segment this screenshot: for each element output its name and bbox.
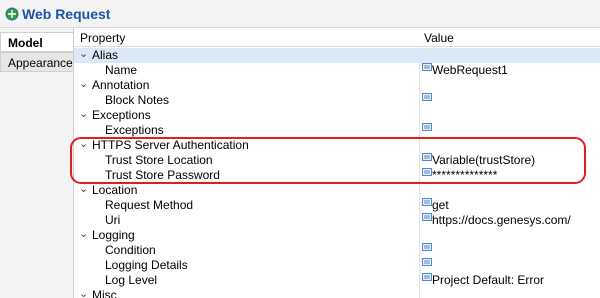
value-editor-icon[interactable] — [422, 198, 432, 206]
property-value[interactable]: Project Default: Error — [432, 273, 544, 287]
column-header-value[interactable]: Value — [424, 31, 454, 45]
category-row-alias[interactable]: ⌄ Alias — [74, 48, 600, 63]
property-label: Block Notes — [105, 93, 170, 107]
chevron-down-icon[interactable]: ⌄ — [79, 77, 88, 90]
property-row-uri[interactable]: Uri https://docs.genesys.com/ — [74, 213, 600, 228]
value-editor-icon[interactable] — [422, 123, 432, 131]
property-value[interactable]: get — [432, 198, 449, 212]
window-title: Web Request — [22, 6, 111, 22]
category-row-exceptions[interactable]: ⌄ Exceptions — [74, 108, 600, 123]
value-editor-icon[interactable] — [422, 273, 432, 281]
property-label: Logging Details — [105, 258, 188, 272]
chevron-down-icon[interactable]: ⌄ — [79, 107, 88, 120]
category-row-misc[interactable]: ⌄ Misc — [74, 288, 600, 298]
property-label: Uri — [105, 213, 121, 227]
title-bar: Web Request — [0, 0, 600, 28]
category-label: Misc — [92, 288, 117, 298]
chevron-down-icon[interactable]: ⌄ — [79, 287, 88, 298]
chevron-down-icon[interactable]: ⌄ — [79, 47, 88, 60]
property-row-condition[interactable]: Condition — [74, 243, 600, 258]
property-label: Log Level — [105, 273, 158, 287]
property-label: Name — [105, 63, 138, 77]
property-label: Request Method — [105, 198, 194, 212]
property-label: Condition — [105, 243, 156, 257]
category-label: Location — [92, 183, 138, 197]
chevron-down-icon[interactable]: ⌄ — [79, 227, 88, 240]
property-row-log-level[interactable]: Log Level Project Default: Error — [74, 273, 600, 288]
tab-appearance[interactable]: Appearance — [0, 52, 73, 72]
category-label: Alias — [92, 48, 119, 62]
category-label: Logging — [92, 228, 135, 242]
tab-model[interactable]: Model — [0, 32, 73, 52]
value-editor-icon[interactable] — [422, 243, 432, 251]
category-row-location[interactable]: ⌄ Location — [74, 183, 600, 198]
category-row-logging[interactable]: ⌄ Logging — [74, 228, 600, 243]
property-row-block-notes[interactable]: Block Notes — [74, 93, 600, 108]
property-label: Exceptions — [105, 123, 164, 137]
value-editor-icon[interactable] — [422, 213, 432, 221]
value-editor-icon[interactable] — [422, 63, 432, 71]
property-value[interactable]: WebRequest1 — [432, 63, 508, 77]
category-row-annotation[interactable]: ⌄ Annotation — [74, 78, 600, 93]
category-label: Exceptions — [92, 108, 151, 122]
property-row-name[interactable]: Name WebRequest1 — [74, 63, 600, 78]
value-editor-icon[interactable] — [422, 258, 432, 266]
value-editor-icon[interactable] — [422, 93, 432, 101]
web-request-icon — [5, 7, 19, 21]
property-row-request-method[interactable]: Request Method get — [74, 198, 600, 213]
grid-header: Property Value — [74, 28, 600, 47]
highlight-ring — [70, 137, 586, 184]
tab-strip: Model Appearance — [0, 28, 73, 298]
property-row-exceptions[interactable]: Exceptions — [74, 123, 600, 138]
property-row-logging-details[interactable]: Logging Details — [74, 258, 600, 273]
property-value[interactable]: https://docs.genesys.com/ — [432, 213, 571, 227]
column-header-property[interactable]: Property — [80, 31, 125, 45]
category-label: Annotation — [92, 78, 150, 92]
